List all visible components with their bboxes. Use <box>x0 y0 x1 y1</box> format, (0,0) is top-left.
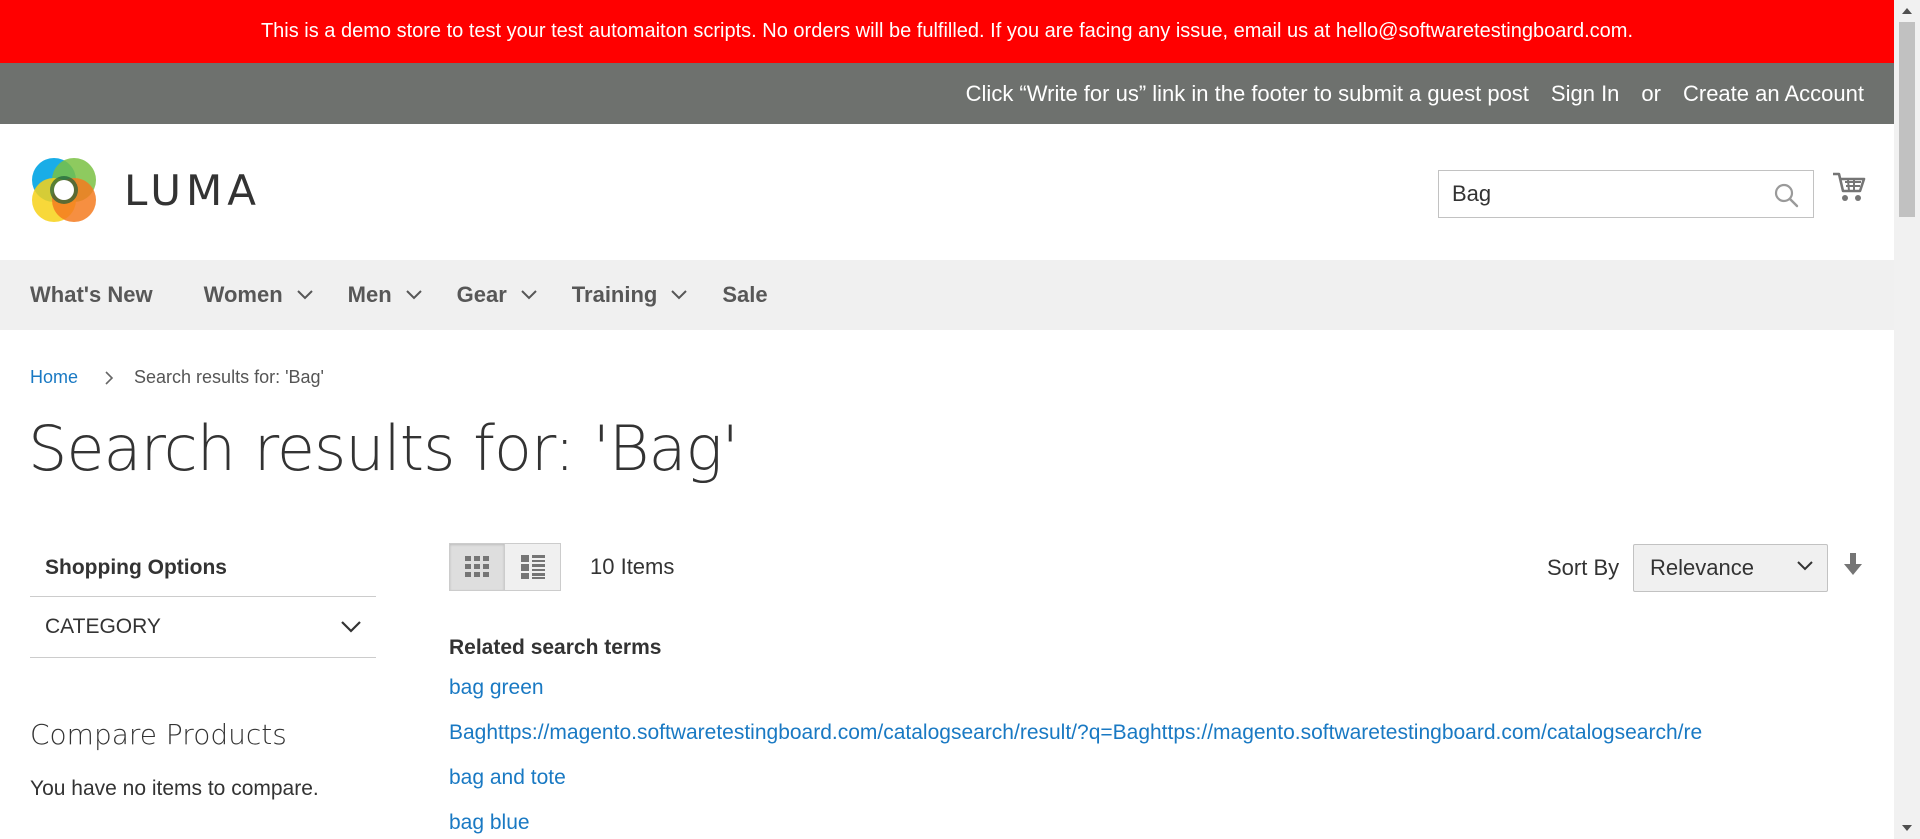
chevron-down-icon <box>405 290 422 300</box>
breadcrumb-current: Search results for: 'Bag' <box>134 367 324 387</box>
search-box <box>1438 170 1814 218</box>
nav-item-men[interactable]: Men <box>348 282 422 308</box>
chevron-down-icon <box>296 290 313 300</box>
nav-item-label: Training <box>571 282 658 307</box>
arrow-down-icon <box>1844 553 1862 575</box>
promo-text: This is a demo store to test your test a… <box>260 20 1634 42</box>
nav-item-sale[interactable]: Sale <box>722 282 767 308</box>
vertical-scrollbar[interactable] <box>1894 0 1920 839</box>
category-filter[interactable]: CATEGORY <box>30 596 376 658</box>
grid-icon <box>465 556 489 577</box>
search-icon[interactable] <box>1773 182 1799 212</box>
store-logo[interactable]: LUMA <box>30 156 261 224</box>
page: This is a demo store to test your test a… <box>0 0 1894 839</box>
shopping-options-heading: Shopping Options <box>45 556 227 579</box>
masthead: LUMA <box>0 124 1894 260</box>
search-input[interactable] <box>1439 181 1759 207</box>
category-filter-label: CATEGORY <box>45 615 161 638</box>
logo-wordmark: LUMA <box>124 165 262 215</box>
scrollbar-thumb[interactable] <box>1899 22 1915 217</box>
chevron-down-icon <box>1797 561 1813 571</box>
grid-view-button[interactable] <box>449 543 505 591</box>
nav-item-women[interactable]: Women <box>204 282 313 308</box>
related-term-link[interactable]: bag blue <box>449 811 1702 839</box>
breadcrumb-home-link[interactable]: Home <box>30 367 78 388</box>
related-term-link[interactable]: bag green <box>449 676 1702 721</box>
nav-item-label: Women <box>203 282 283 307</box>
chevron-right-icon <box>105 370 114 385</box>
compare-empty-message: You have no items to compare. <box>30 777 319 800</box>
header-links-bar: Click “Write for us” link in the footer … <box>0 63 1894 124</box>
breadcrumb: Home Search results for: 'Bag' <box>30 367 324 388</box>
sidebar: Shopping Options CATEGORY Compare Produc… <box>30 540 376 801</box>
nav-item-label: Gear <box>456 282 507 307</box>
chevron-down-icon <box>521 290 537 300</box>
promo-banner: This is a demo store to test your test a… <box>0 0 1894 63</box>
chevron-down-icon <box>341 621 361 633</box>
guest-post-text: Click “Write for us” link in the footer … <box>965 80 1529 106</box>
nav-item-label: Men <box>347 282 392 307</box>
main-navigation: What's New Women Men Gear Training Sale <box>0 260 1894 330</box>
related-term-link[interactable]: bag and tote <box>449 766 1702 811</box>
view-mode-switch <box>449 543 561 591</box>
scroll-up-arrow-icon[interactable] <box>1902 8 1912 14</box>
compare-products-heading: Compare Products <box>30 718 287 751</box>
cart-icon[interactable] <box>1832 171 1866 207</box>
sort-by-select[interactable]: Relevance <box>1633 544 1828 592</box>
related-search-terms: Related search terms bag green Baghttps:… <box>449 636 1702 839</box>
nav-item-label: Sale <box>722 282 768 307</box>
create-account-link[interactable]: Create an Account <box>1683 81 1864 107</box>
products-toolbar: 10 Items Sort By Relevance <box>449 543 1862 593</box>
chevron-down-icon <box>671 290 688 300</box>
list-view-button[interactable] <box>505 543 561 591</box>
scroll-down-arrow-icon[interactable] <box>1902 825 1912 831</box>
nav-item-training[interactable]: Training <box>572 282 688 308</box>
sign-in-link[interactable]: Sign In <box>1551 81 1620 107</box>
nav-item-whats-new[interactable]: What's New <box>30 282 153 308</box>
related-search-heading: Related search terms <box>449 636 662 659</box>
nav-item-gear[interactable]: Gear <box>457 282 537 308</box>
luma-logo-icon <box>32 158 96 222</box>
sort-by-value: Relevance <box>1650 555 1754 580</box>
page-title: Search results for: 'Bag' <box>28 412 739 485</box>
sort-direction-button[interactable] <box>1843 553 1863 581</box>
nav-item-label: What's New <box>30 282 153 307</box>
related-term-link[interactable]: Baghttps://magento.softwaretestingboard.… <box>449 721 1702 766</box>
list-icon <box>520 555 545 579</box>
items-count: 10 Items <box>590 554 675 579</box>
or-text: or <box>1641 80 1661 106</box>
sort-by-label: Sort By <box>1547 555 1620 580</box>
